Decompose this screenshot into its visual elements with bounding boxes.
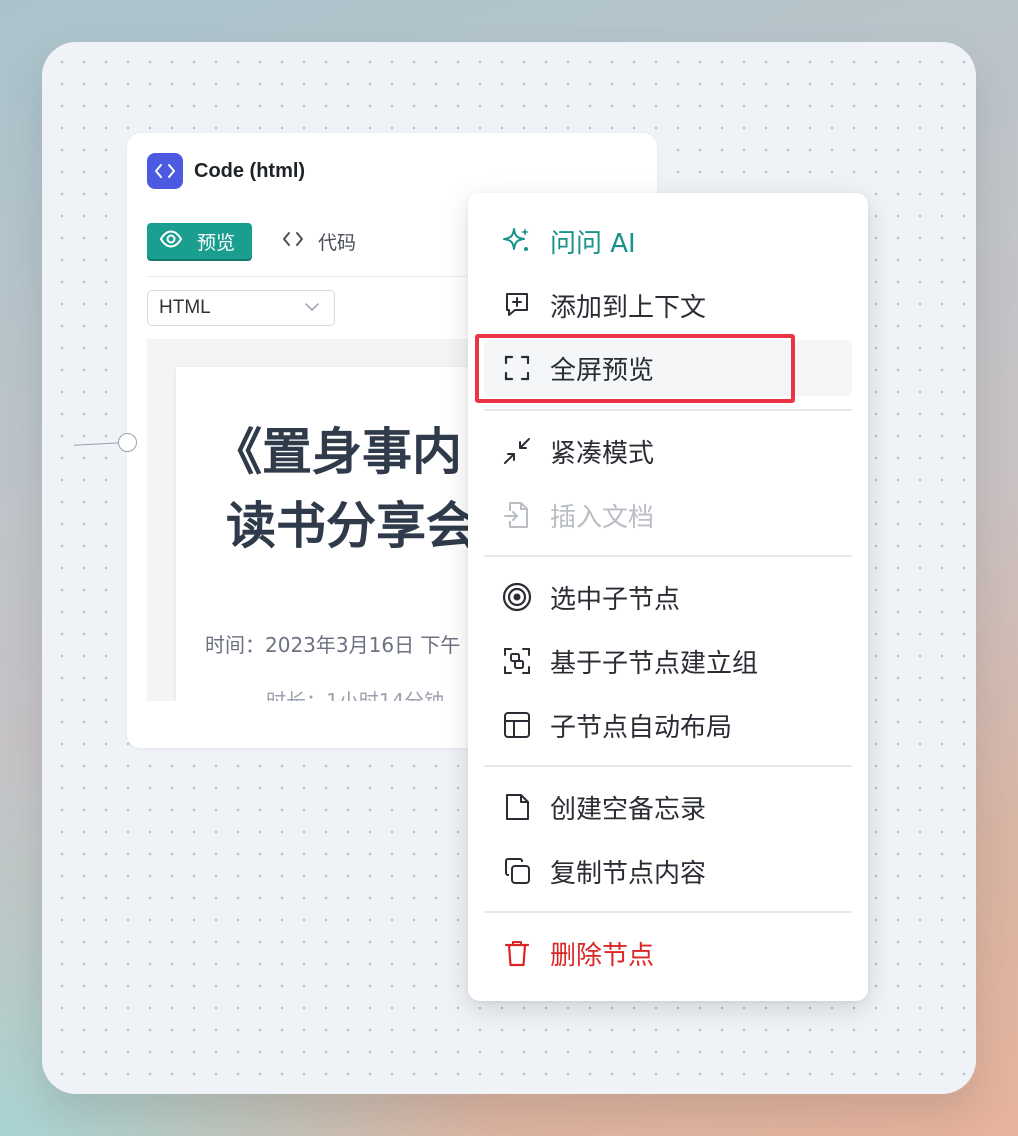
node-title: Code (html) [194,159,306,182]
chevron-down-icon [304,299,320,321]
target-icon [500,580,534,614]
tab-preview[interactable]: 预览 [147,223,252,259]
tab-code-label: 代码 [318,231,357,254]
preview-doc-cut-line: 时长：1小时14分钟 [266,689,445,701]
canvas[interactable]: Code (html) 预览 代码 HTML 《置身事内 读书分享会 时间：20… [42,42,976,1094]
preview-doc-meta: 时间：2023年3月16日 下午 [205,633,461,657]
node-header: Code (html) [147,153,305,189]
minimize-arrows-icon [500,434,534,468]
connection-handle[interactable] [118,433,137,452]
menu-item-create-memo[interactable]: 创建空备忘录 [484,779,852,835]
menu-item-insert-document-label: 插入文档 [550,502,655,533]
code-icon [147,153,183,189]
menu-item-group-children-label: 基于子节点建立组 [550,648,759,679]
menu-separator [484,555,852,557]
menu-item-add-to-context[interactable]: 添加到上下文 [484,277,852,333]
menu-item-ask-ai[interactable]: 问问 AI [484,213,852,269]
tab-code[interactable]: 代码 [282,228,356,255]
menu-item-ask-ai-label: 问问 AI [550,228,636,259]
sparkle-icon [500,224,534,258]
language-select-value: HTML [159,297,211,318]
menu-item-add-to-context-label: 添加到上下文 [550,292,707,323]
tab-preview-label: 预览 [197,231,236,254]
menu-item-auto-layout[interactable]: 子节点自动布局 [484,697,852,753]
menu-separator [484,765,852,767]
trash-icon [500,936,534,970]
annotation-highlight-box [475,334,795,403]
code-brackets-icon [282,230,304,252]
view-tabs: 预览 代码 [147,223,356,259]
file-import-icon [500,498,534,532]
menu-separator [484,911,852,913]
menu-item-create-memo-label: 创建空备忘录 [550,794,707,825]
context-menu: 问问 AI 添加到上下文 全屏预览 紧凑模式 插入文档 选中子节点 基于子节点建… [468,193,868,1001]
menu-separator [484,409,852,411]
menu-item-group-children[interactable]: 基于子节点建立组 [484,633,852,689]
menu-item-insert-document[interactable]: 插入文档 [484,487,852,543]
note-icon [500,790,534,824]
menu-item-select-children-label: 选中子节点 [550,584,681,615]
menu-item-compact-mode[interactable]: 紧凑模式 [484,423,852,479]
menu-item-copy-content-label: 复制节点内容 [550,858,707,889]
menu-item-delete-node-label: 删除节点 [550,940,655,971]
menu-item-delete-node[interactable]: 删除节点 [484,925,852,981]
menu-item-copy-content[interactable]: 复制节点内容 [484,843,852,899]
message-plus-icon [500,288,534,322]
group-icon [500,644,534,678]
copy-icon [500,854,534,888]
eye-icon [159,229,183,253]
menu-item-compact-mode-label: 紧凑模式 [550,438,655,469]
language-select[interactable]: HTML [147,290,335,326]
menu-item-auto-layout-label: 子节点自动布局 [550,712,733,743]
menu-item-select-children[interactable]: 选中子节点 [484,569,852,625]
layout-icon [500,708,534,742]
